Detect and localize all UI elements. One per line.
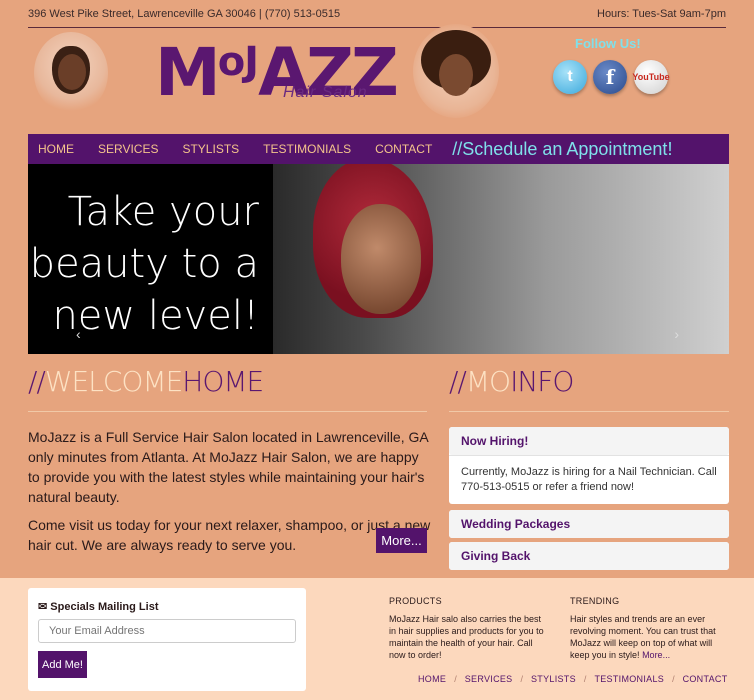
mojazz-logo[interactable]: MoJAZZ Hair Salon (155, 34, 399, 112)
mailing-list-widget: ✉ Specials Mailing List Add Me! (28, 588, 306, 691)
trending-more-link[interactable]: More... (642, 650, 670, 660)
moinfo-heading: //MOINFO (449, 365, 574, 398)
moinfo-divider (449, 411, 729, 412)
schedule-appointment-link[interactable]: //Schedule an Appointment! (452, 139, 672, 160)
info-box-wedding-packages: Wedding Packages (449, 510, 729, 538)
hero-slider: Take your beauty to a new level! ‹ › (28, 164, 729, 354)
info-box-giving-back: Giving Back (449, 542, 729, 570)
nav-home[interactable]: HOME (38, 142, 74, 156)
slider-prev-icon[interactable]: ‹ (76, 326, 81, 342)
site-header: MoJAZZ Hair Salon Follow Us! t f YouTube (0, 24, 754, 134)
logo-wordmark: MoJAZZ (155, 34, 399, 111)
welcome-text: MoJazz is a Full Service Hair Salon loca… (28, 427, 432, 563)
wedding-packages-toggle[interactable]: Wedding Packages (449, 510, 729, 538)
add-me-button[interactable]: Add Me! (38, 651, 87, 678)
trending-heading: TRENDING (570, 596, 620, 606)
main-nav: HOME SERVICES STYLISTS TESTIMONIALS CONT… (28, 134, 729, 164)
footer-nav-testimonials[interactable]: TESTIMONIALS (594, 674, 664, 684)
footer-nav-services[interactable]: SERVICES (465, 674, 513, 684)
now-hiring-toggle[interactable]: Now Hiring! (449, 427, 729, 455)
nav-services[interactable]: SERVICES (98, 142, 158, 156)
footer-products: PRODUCTS MoJazz Hair salo also carries t… (389, 595, 549, 661)
footer-nav-stylists[interactable]: STYLISTS (531, 674, 576, 684)
welcome-divider (28, 411, 427, 412)
logo-tagline: Hair Salon (283, 84, 368, 101)
nav-contact[interactable]: CONTACT (375, 142, 432, 156)
hero-headline: Take your beauty to a new level! (29, 189, 259, 339)
follow-us-label: Follow Us! (575, 36, 641, 51)
hero-model-photo (273, 164, 729, 354)
site-footer: ✉ Specials Mailing List Add Me! PRODUCTS… (0, 578, 754, 700)
stylist-portrait-left (34, 32, 108, 114)
email-field[interactable] (38, 619, 296, 643)
products-text: MoJazz Hair salo also carries the best i… (389, 614, 544, 660)
twitter-icon[interactable]: t (553, 60, 587, 94)
mailing-list-title: ✉ Specials Mailing List (38, 601, 159, 613)
trending-text: Hair styles and trends are an ever revol… (570, 614, 716, 660)
address-text: 396 West Pike Street, Lawrenceville GA 3… (28, 7, 341, 20)
slider-next-icon[interactable]: › (674, 326, 679, 342)
welcome-paragraph-1: MoJazz is a Full Service Hair Salon loca… (28, 429, 428, 505)
nav-testimonials[interactable]: TESTIMONIALS (263, 142, 351, 156)
hours-text: Hours: Tues-Sat 9am-7pm (597, 7, 726, 20)
welcome-more-button[interactable]: More... (376, 528, 427, 553)
top-info-bar: 396 West Pike Street, Lawrenceville GA 3… (28, 0, 726, 28)
now-hiring-text: Currently, MoJazz is hiring for a Nail T… (449, 455, 729, 504)
welcome-paragraph-2: Come visit us today for your next relaxe… (28, 517, 431, 553)
stylist-portrait-right (413, 24, 499, 118)
giving-back-toggle[interactable]: Giving Back (449, 542, 729, 570)
footer-nav: HOME / SERVICES / STYLISTS / TESTIMONIALS / … (418, 674, 728, 684)
envelope-icon: ✉ (38, 601, 48, 613)
footer-nav-home[interactable]: HOME (418, 674, 446, 684)
footer-trending: TRENDING Hair styles and trends are an e… (570, 595, 730, 661)
footer-nav-contact[interactable]: CONTACT (683, 674, 728, 684)
facebook-icon[interactable]: f (593, 60, 627, 94)
info-box-now-hiring: Now Hiring! Currently, MoJazz is hiring … (449, 427, 729, 504)
nav-stylists[interactable]: STYLISTS (182, 142, 239, 156)
products-heading: PRODUCTS (389, 596, 442, 606)
youtube-icon[interactable]: YouTube (632, 60, 670, 94)
welcome-heading: //WELCOMEHOME (28, 365, 264, 398)
